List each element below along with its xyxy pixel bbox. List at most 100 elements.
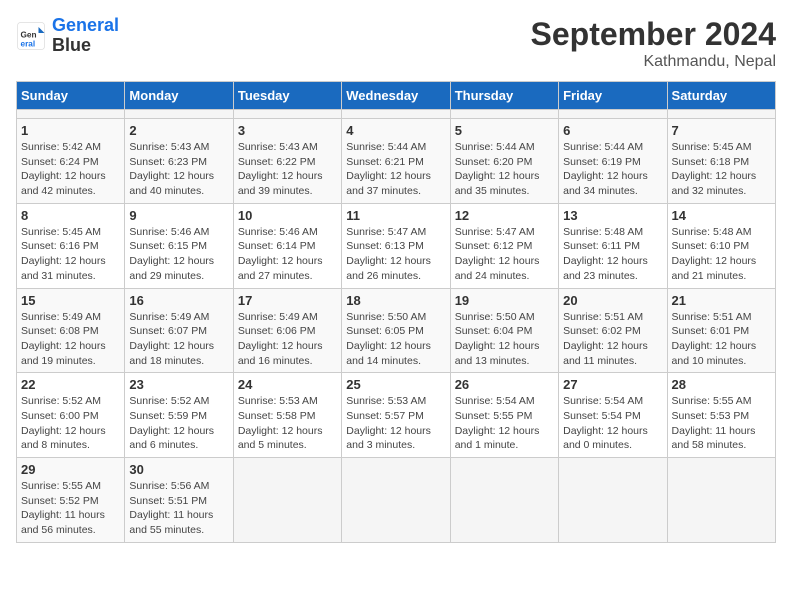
calendar-cell: 30 Sunrise: 5:56 AM Sunset: 5:51 PM Dayli…: [125, 458, 233, 543]
calendar-cell: 10 Sunrise: 5:46 AM Sunset: 6:14 PM Dayli…: [233, 203, 341, 288]
day-number: 28: [672, 377, 771, 392]
calendar-cell: [450, 110, 558, 119]
calendar-week-row: [17, 110, 776, 119]
svg-text:eral: eral: [21, 39, 36, 48]
day-number: 27: [563, 377, 662, 392]
day-info: Sunrise: 5:49 AM Sunset: 6:07 PM Dayligh…: [129, 310, 228, 369]
day-number: 23: [129, 377, 228, 392]
day-info: Sunrise: 5:52 AM Sunset: 5:59 PM Dayligh…: [129, 394, 228, 453]
day-number: 19: [455, 293, 554, 308]
calendar-cell: [17, 110, 125, 119]
weekday-header: Sunday: [17, 82, 125, 110]
calendar-cell: 15 Sunrise: 5:49 AM Sunset: 6:08 PM Dayli…: [17, 288, 125, 373]
day-number: 29: [21, 462, 120, 477]
calendar-cell: 3Sunrise: 5:43 AM Sunset: 6:22 PM Daylig…: [233, 119, 341, 204]
day-number: 25: [346, 377, 445, 392]
day-info: Sunrise: 5:53 AM Sunset: 5:58 PM Dayligh…: [238, 394, 337, 453]
day-number: 1: [21, 123, 120, 138]
day-info: Sunrise: 5:51 AM Sunset: 6:01 PM Dayligh…: [672, 310, 771, 369]
day-number: 17: [238, 293, 337, 308]
calendar-cell: 24 Sunrise: 5:53 AM Sunset: 5:58 PM Dayli…: [233, 373, 341, 458]
day-info: Sunrise: 5:48 AM Sunset: 6:11 PM Dayligh…: [563, 225, 662, 284]
calendar-cell: 19Sunrise: 5:50 AM Sunset: 6:04 PM Dayli…: [450, 288, 558, 373]
calendar-table: SundayMondayTuesdayWednesdayThursdayFrid…: [16, 81, 776, 543]
calendar-cell: 11 Sunrise: 5:47 AM Sunset: 6:13 PM Dayli…: [342, 203, 450, 288]
calendar-cell: 27 Sunrise: 5:54 AM Sunset: 5:54 PM Dayli…: [559, 373, 667, 458]
day-info: Sunrise: 5:52 AM Sunset: 6:00 PM Dayligh…: [21, 394, 120, 453]
day-number: 15: [21, 293, 120, 308]
day-info: Sunrise: 5:54 AM Sunset: 5:54 PM Dayligh…: [563, 394, 662, 453]
weekday-header: Monday: [125, 82, 233, 110]
calendar-week-row: 15 Sunrise: 5:49 AM Sunset: 6:08 PM Dayli…: [17, 288, 776, 373]
day-number: 13: [563, 208, 662, 223]
day-info: Sunrise: 5:55 AM Sunset: 5:53 PM Dayligh…: [672, 394, 771, 453]
calendar-cell: [667, 110, 775, 119]
weekday-header: Friday: [559, 82, 667, 110]
day-number: 21: [672, 293, 771, 308]
day-info: Sunrise: 5:47 AM Sunset: 6:12 PM Dayligh…: [455, 225, 554, 284]
day-number: 20: [563, 293, 662, 308]
day-number: 9: [129, 208, 228, 223]
calendar-cell: 9Sunrise: 5:46 AM Sunset: 6:15 PM Daylig…: [125, 203, 233, 288]
day-number: 3: [238, 123, 337, 138]
day-number: 10: [238, 208, 337, 223]
day-number: 30: [129, 462, 228, 477]
day-number: 8: [21, 208, 120, 223]
day-info: Sunrise: 5:47 AM Sunset: 6:13 PM Dayligh…: [346, 225, 445, 284]
calendar-cell: [233, 458, 341, 543]
calendar-cell: [342, 110, 450, 119]
calendar-cell: 1 Sunrise: 5:42 AM Sunset: 6:24 PM Daylig…: [17, 119, 125, 204]
calendar-cell: [667, 458, 775, 543]
day-number: 11: [346, 208, 445, 223]
day-number: 5: [455, 123, 554, 138]
day-number: 14: [672, 208, 771, 223]
calendar-cell: 4 Sunrise: 5:44 AM Sunset: 6:21 PM Daylig…: [342, 119, 450, 204]
day-number: 12: [455, 208, 554, 223]
day-info: Sunrise: 5:44 AM Sunset: 6:19 PM Dayligh…: [563, 140, 662, 199]
calendar-cell: 14 Sunrise: 5:48 AM Sunset: 6:10 PM Dayli…: [667, 203, 775, 288]
day-info: Sunrise: 5:48 AM Sunset: 6:10 PM Dayligh…: [672, 225, 771, 284]
calendar-week-row: 22 Sunrise: 5:52 AM Sunset: 6:00 PM Dayli…: [17, 373, 776, 458]
page-header: Gen eral GeneralBlue September 2024 Kath…: [16, 16, 776, 71]
day-info: Sunrise: 5:46 AM Sunset: 6:14 PM Dayligh…: [238, 225, 337, 284]
day-info: Sunrise: 5:50 AM Sunset: 6:05 PM Dayligh…: [346, 310, 445, 369]
calendar-week-row: 29Sunrise: 5:55 AM Sunset: 5:52 PM Dayli…: [17, 458, 776, 543]
day-info: Sunrise: 5:43 AM Sunset: 6:23 PM Dayligh…: [129, 140, 228, 199]
location-subtitle: Kathmandu, Nepal: [531, 53, 776, 71]
day-number: 6: [563, 123, 662, 138]
day-info: Sunrise: 5:53 AM Sunset: 5:57 PM Dayligh…: [346, 394, 445, 453]
calendar-cell: [125, 110, 233, 119]
day-info: Sunrise: 5:42 AM Sunset: 6:24 PM Dayligh…: [21, 140, 120, 199]
day-number: 18: [346, 293, 445, 308]
day-number: 22: [21, 377, 120, 392]
day-info: Sunrise: 5:49 AM Sunset: 6:08 PM Dayligh…: [21, 310, 120, 369]
day-number: 24: [238, 377, 337, 392]
calendar-cell: 18 Sunrise: 5:50 AM Sunset: 6:05 PM Dayli…: [342, 288, 450, 373]
day-info: Sunrise: 5:44 AM Sunset: 6:20 PM Dayligh…: [455, 140, 554, 199]
day-info: Sunrise: 5:45 AM Sunset: 6:18 PM Dayligh…: [672, 140, 771, 199]
day-info: Sunrise: 5:56 AM Sunset: 5:51 PM Dayligh…: [129, 479, 228, 538]
month-title: September 2024: [531, 16, 776, 53]
day-number: 4: [346, 123, 445, 138]
day-info: Sunrise: 5:44 AM Sunset: 6:21 PM Dayligh…: [346, 140, 445, 199]
logo-text: GeneralBlue: [52, 16, 119, 56]
logo-icon: Gen eral: [16, 21, 46, 51]
calendar-week-row: 8 Sunrise: 5:45 AM Sunset: 6:16 PM Daylig…: [17, 203, 776, 288]
calendar-cell: 6 Sunrise: 5:44 AM Sunset: 6:19 PM Daylig…: [559, 119, 667, 204]
day-number: 16: [129, 293, 228, 308]
calendar-cell: 13 Sunrise: 5:48 AM Sunset: 6:11 PM Dayli…: [559, 203, 667, 288]
calendar-cell: 8 Sunrise: 5:45 AM Sunset: 6:16 PM Daylig…: [17, 203, 125, 288]
weekday-header: Saturday: [667, 82, 775, 110]
title-block: September 2024 Kathmandu, Nepal: [531, 16, 776, 71]
day-info: Sunrise: 5:45 AM Sunset: 6:16 PM Dayligh…: [21, 225, 120, 284]
logo: Gen eral GeneralBlue: [16, 16, 119, 56]
weekday-header: Thursday: [450, 82, 558, 110]
calendar-cell: [559, 110, 667, 119]
calendar-cell: 23 Sunrise: 5:52 AM Sunset: 5:59 PM Dayli…: [125, 373, 233, 458]
calendar-cell: [233, 110, 341, 119]
calendar-cell: [342, 458, 450, 543]
calendar-cell: 21 Sunrise: 5:51 AM Sunset: 6:01 PM Dayli…: [667, 288, 775, 373]
calendar-cell: 12 Sunrise: 5:47 AM Sunset: 6:12 PM Dayli…: [450, 203, 558, 288]
calendar-cell: [450, 458, 558, 543]
calendar-cell: 7Sunrise: 5:45 AM Sunset: 6:18 PM Daylig…: [667, 119, 775, 204]
